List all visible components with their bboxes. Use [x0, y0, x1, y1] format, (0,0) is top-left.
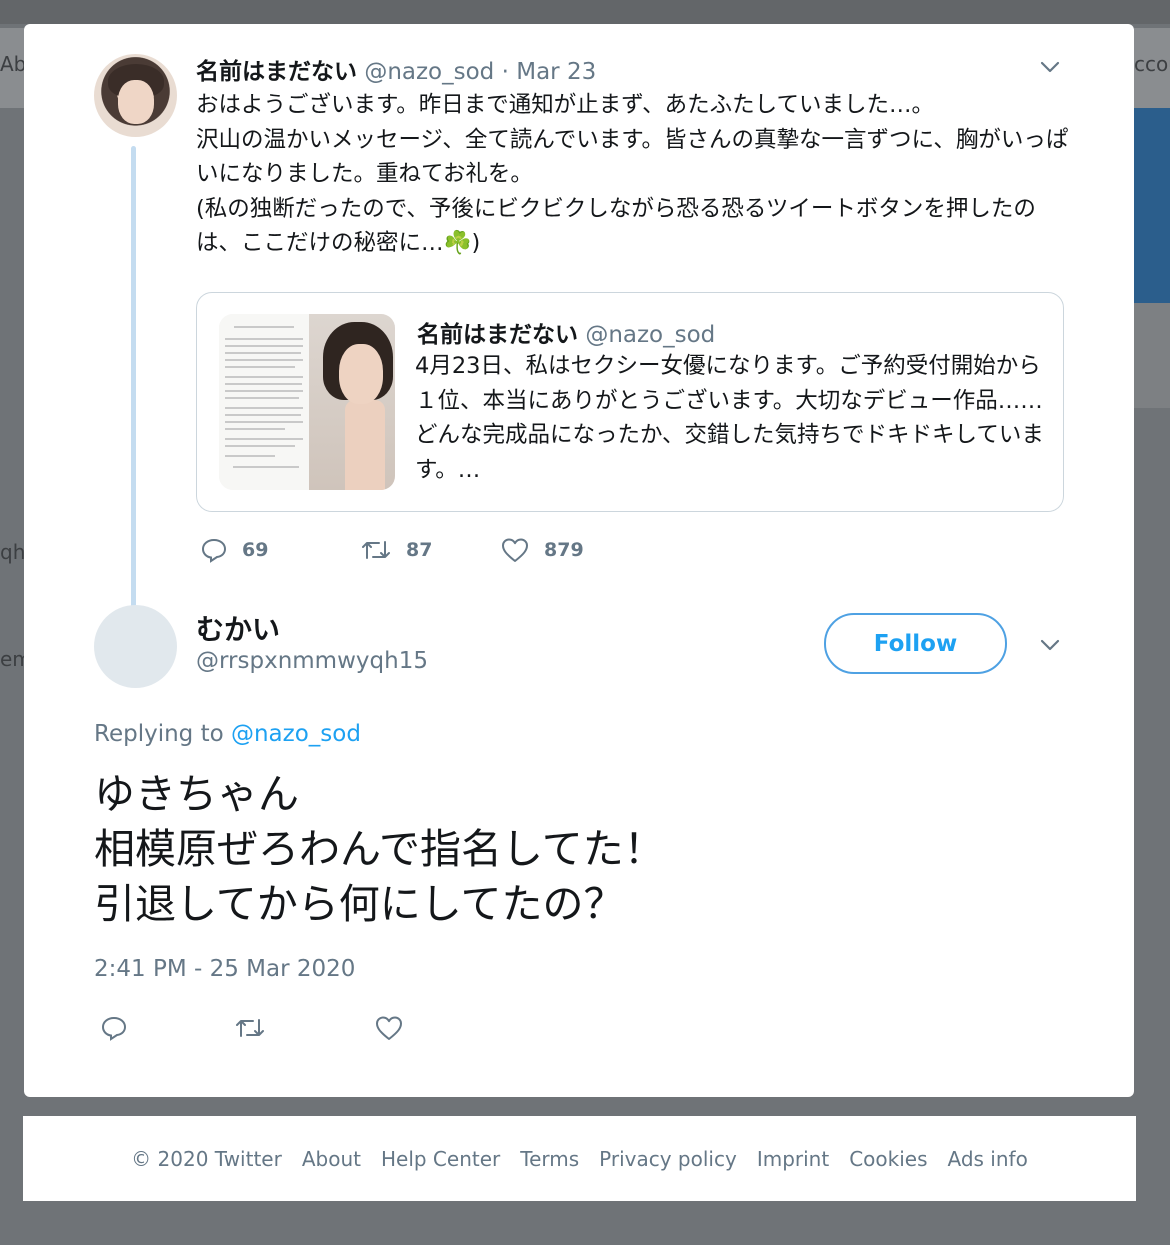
- like-icon: [376, 1016, 402, 1040]
- footer-link-ads-info[interactable]: Ads info: [948, 1147, 1028, 1171]
- background-left-text: Abo: [0, 52, 24, 76]
- chevron-down-icon[interactable]: [1040, 60, 1060, 78]
- footer-link-help-center[interactable]: Help Center: [381, 1147, 500, 1171]
- quoted-tweet-text: 4月23日、私はセクシー女優になります。ご予約受付開始から１位、本当にありがとう…: [415, 353, 1044, 483]
- background-left-text: em: [0, 647, 24, 671]
- reply-button[interactable]: [100, 1014, 142, 1042]
- reply-author-name[interactable]: むかい: [196, 608, 280, 648]
- reply-icon: [201, 538, 227, 563]
- retweet-button[interactable]: 87: [360, 536, 432, 564]
- replying-to-handle-link[interactable]: @nazo_sod: [231, 721, 361, 747]
- background-right-text: ccou: [1134, 52, 1170, 76]
- footer-copyright: © 2020 Twitter: [131, 1146, 282, 1171]
- like-count: 879: [544, 539, 584, 561]
- chevron-down-icon[interactable]: [1040, 638, 1060, 656]
- reply-timestamp[interactable]: 2:41 PM - 25 Mar 2020: [94, 956, 355, 982]
- original-tweet-text: おはようございます。昨日まで通知が止まず、あたふたしていました…。 沢山の温かい…: [196, 92, 1069, 256]
- quoted-tweet-header: 名前はまだない @nazo_sod: [417, 315, 715, 349]
- like-button[interactable]: [374, 1014, 418, 1042]
- reply-button[interactable]: 69: [200, 536, 268, 564]
- like-button[interactable]: 879: [500, 536, 584, 564]
- background-left-text: qh: [0, 540, 24, 564]
- original-tweet-actions: 69 87 879: [200, 536, 800, 568]
- footer-link-privacy-policy[interactable]: Privacy policy: [599, 1147, 737, 1171]
- quoted-tweet-card[interactable]: 名前はまだない @nazo_sod 4月23日、私はセクシー女優になります。ご予…: [196, 292, 1064, 512]
- dot-separator: ·: [501, 59, 509, 85]
- footer-link-terms[interactable]: Terms: [520, 1147, 579, 1171]
- background-right-panel: [1134, 108, 1170, 303]
- like-icon: [502, 538, 528, 562]
- follow-button[interactable]: Follow: [824, 613, 1007, 674]
- reply-author-handle[interactable]: @rrspxnmmwyqh15: [196, 648, 428, 674]
- background-right-panel: [1134, 303, 1170, 408]
- reply-count: 69: [242, 539, 269, 561]
- document-thumbnail: [219, 314, 309, 490]
- original-tweet-date[interactable]: Mar 23: [516, 59, 596, 85]
- quoted-author-name: 名前はまだない: [417, 322, 578, 348]
- retweet-icon: [236, 1019, 264, 1037]
- footer-link-about[interactable]: About: [302, 1147, 361, 1171]
- original-author-avatar[interactable]: [94, 54, 177, 137]
- retweet-icon: [362, 541, 390, 559]
- original-tweet-header: 名前はまだない @nazo_sod · Mar 23: [196, 52, 596, 86]
- reply-author-avatar[interactable]: [94, 605, 177, 688]
- original-author-name[interactable]: 名前はまだない: [196, 59, 357, 85]
- background-top-bar: [0, 0, 1170, 24]
- thread-connector-line: [131, 146, 136, 616]
- retweet-button[interactable]: [234, 1014, 280, 1042]
- reply-tweet-actions: [100, 1014, 500, 1048]
- replying-to-line: Replying to @nazo_sod: [94, 721, 361, 747]
- tweet-modal: 名前はまだない @nazo_sod · Mar 23 おはようございます。昨日ま…: [24, 24, 1134, 1097]
- portrait-photo: [309, 314, 395, 490]
- original-author-handle[interactable]: @nazo_sod: [364, 59, 494, 85]
- quoted-tweet-image[interactable]: [219, 314, 395, 490]
- quoted-author-handle: @nazo_sod: [585, 322, 716, 348]
- site-footer: © 2020 Twitter About Help Center Terms P…: [23, 1116, 1136, 1201]
- reply-icon: [101, 1016, 127, 1041]
- retweet-count: 87: [406, 539, 433, 561]
- footer-link-cookies[interactable]: Cookies: [849, 1147, 927, 1171]
- replying-to-label: Replying to: [94, 721, 224, 747]
- footer-link-imprint[interactable]: Imprint: [757, 1147, 829, 1171]
- reply-tweet-text: ゆきちゃん 相模原ぜろわんで指名してた！ 引退してから何にしてたの？: [94, 770, 665, 928]
